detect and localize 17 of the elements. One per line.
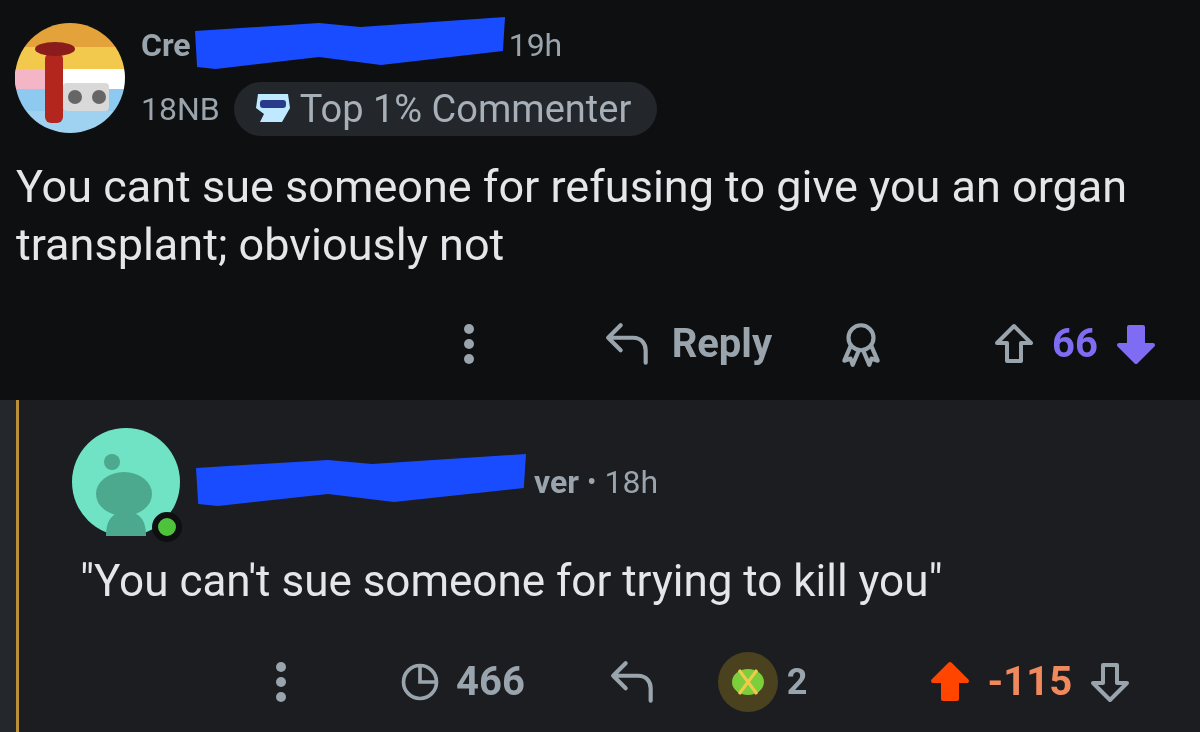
view-count: 466: [456, 657, 525, 707]
author-name[interactable]: Cre: [141, 21, 191, 69]
vote-score: 66: [1052, 319, 1098, 369]
more-options-icon[interactable]: [461, 322, 476, 366]
avatar-icon: [72, 428, 180, 536]
commenter-badge: Top 1% Commenter: [233, 82, 658, 136]
separator-dot: •: [587, 464, 597, 500]
vote-score: -115: [987, 657, 1073, 707]
author-name[interactable]: ver: [534, 458, 579, 506]
comment-time: 18h: [604, 462, 659, 503]
reply-button[interactable]: Reply: [603, 314, 773, 374]
comment-time: 19h: [508, 25, 563, 66]
comment-text: "You can't sue someone for trying to kill you": [79, 554, 944, 608]
award-count: 2: [786, 660, 808, 705]
user-flair: 18NB: [141, 89, 220, 130]
more-options-icon[interactable]: [274, 660, 288, 704]
comment-text: You cant sue someone for refusing to give you an organ transplant; obviously not: [15, 159, 1129, 273]
